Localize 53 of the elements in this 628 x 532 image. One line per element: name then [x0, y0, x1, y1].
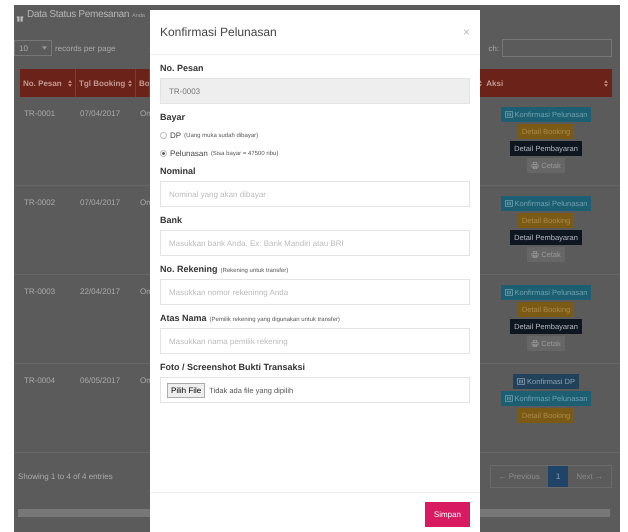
grid-icon [517, 378, 526, 385]
table-cell: 06/05/2017 [80, 376, 120, 385]
column-header[interactable]: Aksi [486, 78, 600, 88]
printer-icon [531, 251, 540, 258]
table-cell: 07/04/2017 [80, 109, 120, 118]
search-field[interactable] [502, 39, 612, 57]
grid-icon [504, 111, 513, 118]
radio-label: DP [170, 131, 182, 140]
grid-icon [504, 200, 513, 207]
grid-icon [504, 289, 513, 296]
radio-label: Pelunasan [170, 149, 208, 158]
table-cell: TR-0001 [24, 109, 56, 118]
input-field[interactable]: Masukkan nama pemilik rekening [160, 328, 470, 354]
choose-file-button[interactable]: Pilih File [167, 382, 206, 398]
length-select[interactable]: 10 [14, 40, 52, 56]
grid-icon [504, 395, 513, 402]
table-cell: TR-0003 [24, 287, 56, 296]
table-cell: On [140, 287, 150, 296]
field-label: Bayar [160, 112, 186, 122]
printer-icon [531, 162, 540, 169]
modal-title: Konfirmasi Pelunasan [160, 25, 277, 39]
table-cell: TR-0002 [24, 198, 56, 207]
table-cell: On [140, 198, 150, 207]
field-label: Foto / Screenshot Bukti Transaksi [160, 362, 306, 372]
printer-icon [531, 340, 540, 347]
input-field[interactable]: Nominal yang akan dibayar [160, 181, 470, 207]
column-header[interactable]: Tgl Booking [79, 78, 126, 88]
table-cell: 22/04/2017 [80, 287, 120, 296]
radio-button[interactable] [160, 132, 167, 139]
entries-info: Showing 1 to 4 of 4 entries [18, 472, 113, 480]
field-label: Nominal [160, 166, 196, 176]
radio-button[interactable] [160, 150, 167, 157]
column-header[interactable]: No. Pesan [23, 78, 62, 88]
order-number-field[interactable]: TR-0003 [160, 78, 470, 104]
caret-icon [42, 46, 47, 50]
close-button[interactable]: × [462, 25, 470, 39]
table-cell: On [140, 376, 150, 385]
field-label: No. Rekening [160, 264, 218, 274]
column-header[interactable]: Bo [139, 78, 149, 88]
field-label: Atas Nama [160, 313, 207, 323]
length-label: records per page [55, 44, 116, 52]
input-field[interactable]: Masukkan bank Anda. Ex: Bank Mandiri atau BRI [160, 230, 470, 256]
page-title: Data Status Pemesanan [27, 9, 130, 20]
table-cell: TR-0004 [24, 376, 56, 385]
page-button[interactable]: 1 [548, 466, 568, 486]
search-label: ch: [488, 44, 499, 52]
field-label: Bank [160, 215, 182, 225]
table-cell: 07/04/2017 [80, 198, 120, 207]
input-field[interactable]: Masukkan nomor rekeninng Anda [160, 279, 470, 305]
table-cell: On [140, 109, 150, 118]
field-label: No. Pesan [160, 63, 204, 73]
save-button[interactable]: Simpan [424, 502, 470, 527]
sort-icon[interactable] [478, 80, 482, 86]
